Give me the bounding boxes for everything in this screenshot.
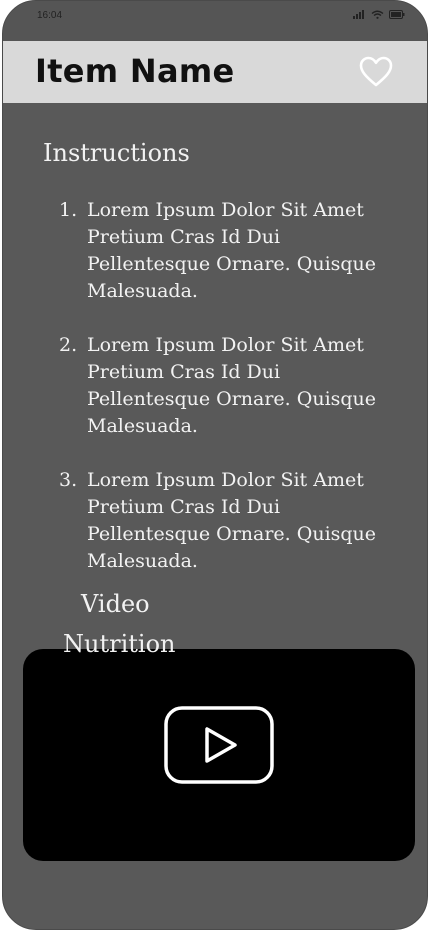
play-icon [164,706,274,784]
phone-screen: 16:04 Item Name Instructions 1. Lorem Ip… [2,0,428,930]
wifi-icon [371,10,384,19]
signal-icon [353,10,364,19]
video-heading: Video [81,590,150,618]
play-button[interactable] [163,705,275,785]
status-bar: 16:04 [3,1,427,41]
instructions-heading: Instructions [43,139,190,167]
page-title: Item Name [35,52,235,90]
step-text: Lorem Ipsum Dolor Sit Amet Pretium Cras … [87,199,377,302]
instructions-list: 1. Lorem Ipsum Dolor Sit Amet Pretium Cr… [57,197,397,602]
battery-icon [389,10,405,19]
step-number: 3. [59,469,78,491]
favorite-button[interactable] [359,56,393,88]
status-icons [353,10,405,19]
nutrition-heading: Nutrition [63,630,176,658]
video-player[interactable] [23,649,415,861]
step-text: Lorem Ipsum Dolor Sit Amet Pretium Cras … [87,334,377,437]
top-header: Item Name [3,41,427,103]
instruction-step: 2. Lorem Ipsum Dolor Sit Amet Pretium Cr… [57,332,397,440]
instruction-step: 1. Lorem Ipsum Dolor Sit Amet Pretium Cr… [57,197,397,305]
step-number: 2. [59,334,78,356]
heart-icon [359,56,393,87]
instruction-step: 3. Lorem Ipsum Dolor Sit Amet Pretium Cr… [57,467,397,575]
step-number: 1. [59,199,78,221]
step-text: Lorem Ipsum Dolor Sit Amet Pretium Cras … [87,469,377,572]
status-time: 16:04 [37,10,63,21]
